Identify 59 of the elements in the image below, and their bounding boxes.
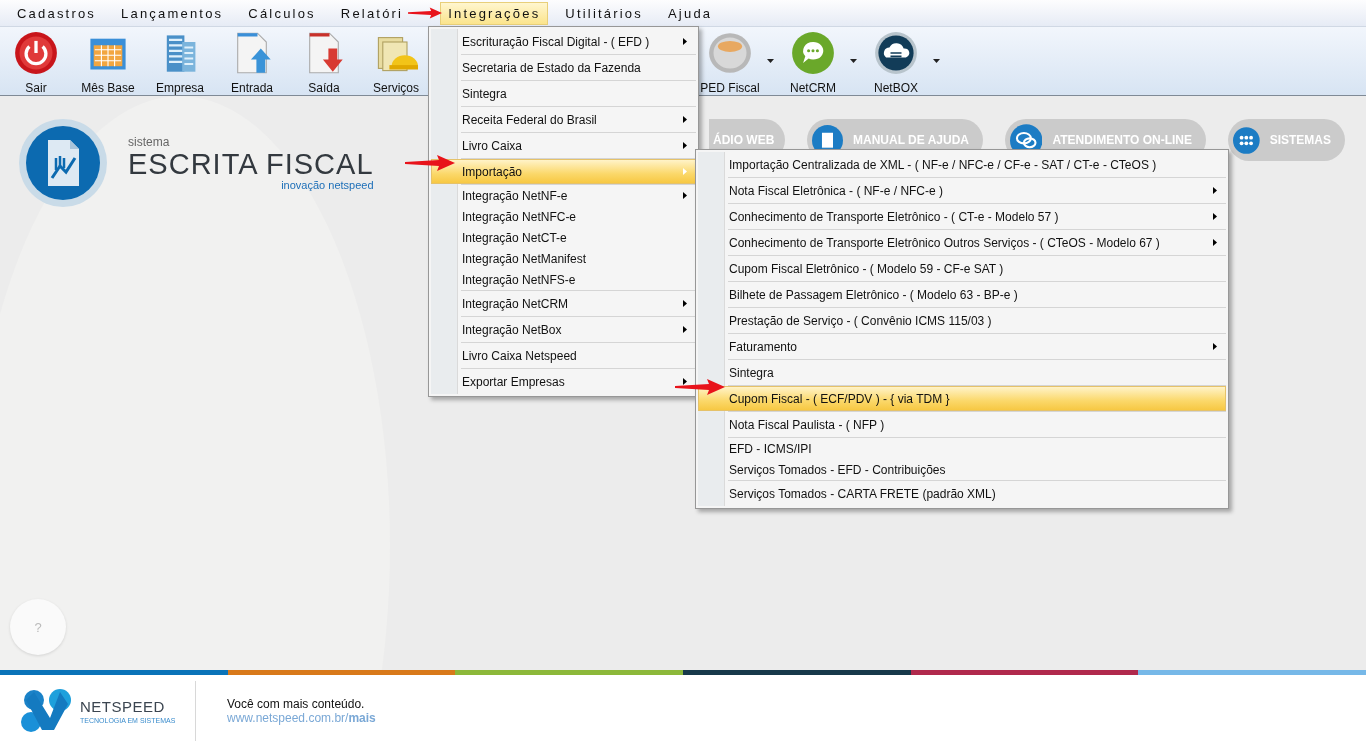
logo-caption: sistema: [128, 135, 171, 149]
menu-item[interactable]: Cálculos: [240, 1, 324, 25]
toolbar-button[interactable]: Mês Base: [72, 27, 144, 95]
menu-item[interactable]: Ajuda: [660, 1, 721, 25]
menu-item[interactable]: Prestação de Serviço - ( Convênio ICMS 115/03 ): [698, 308, 1226, 333]
menu-item[interactable]: Integrações: [440, 1, 549, 25]
slogan-text: Você com mais conteúdo.: [227, 697, 366, 711]
menu-item[interactable]: Cupom Fiscal - ( ECF/PDV ) - { via TDM }: [698, 386, 1226, 411]
pointer-arrow: [408, 6, 443, 20]
menu-item[interactable]: EFD - ICMS/IPI: [698, 438, 1226, 459]
menu-item[interactable]: Livro Caixa: [431, 133, 696, 158]
menu-item[interactable]: Nota Fiscal Eletrônica - ( NF-e / NFC-e ): [698, 178, 1226, 203]
menu-item[interactable]: Receita Federal do Brasil: [431, 107, 696, 132]
menu-item[interactable]: Importação: [431, 159, 696, 184]
menu-item[interactable]: Sintegra: [698, 360, 1226, 385]
toolbar-button[interactable]: Entrada: [216, 27, 288, 95]
disc-icon: [708, 31, 752, 75]
menu-item[interactable]: Integração NetManifest: [431, 248, 696, 269]
menu-item[interactable]: Conhecimento de Transporte Eletrônico Outros Serviços - ( CTeOS - Modelo 67 ): [698, 230, 1226, 255]
menu-item[interactable]: Cadastros: [9, 1, 105, 25]
menu-item[interactable]: Integração NetCT-e: [431, 227, 696, 248]
toolbar-button[interactable]: Empresa: [144, 27, 216, 95]
menu-item[interactable]: Exportar Empresas: [431, 369, 696, 394]
menu-item[interactable]: Lançamentos: [113, 1, 232, 25]
menu-item[interactable]: Relatóri: [332, 1, 412, 25]
menu-item[interactable]: Integração NetCRM: [431, 291, 696, 316]
cloud-icon: [874, 31, 918, 75]
toolbar-button[interactable]: Sair: [0, 27, 72, 95]
pointer-arrow: [675, 379, 725, 395]
menu-item[interactable]: Integração NetNF-e: [431, 185, 696, 206]
speech-bubble-icon: [791, 31, 835, 75]
caret-icon: [850, 59, 857, 63]
caret-icon: [767, 59, 774, 63]
logo-tagline: inovação netspeed: [281, 179, 374, 191]
menu-item[interactable]: Utilitários: [557, 1, 651, 25]
menu-item[interactable]: Faturamento: [698, 334, 1226, 359]
pointer-arrow: [405, 155, 455, 171]
menu-item[interactable]: Secretaria de Estado da Fazenda: [431, 55, 696, 80]
menu-item[interactable]: Integração NetNFC-e: [431, 206, 696, 227]
brand-name: NETSPEED: [80, 698, 166, 715]
menu-item[interactable]: Integração NetNFS-e: [431, 269, 696, 290]
menu-item[interactable]: Serviços Tomados - EFD - Contribuições: [698, 459, 1226, 480]
menu-item[interactable]: Cupom Fiscal Eletrônico - ( Modelo 59 - CF-e SAT ): [698, 256, 1226, 281]
menu-item[interactable]: Integração NetBox: [431, 317, 696, 342]
menu-item[interactable]: Escrituração Fiscal Digital - ( EFD ): [431, 29, 696, 54]
menu-item[interactable]: Conhecimento de Transporte Eletrônico - ( CT-e - Modelo 57 ): [698, 204, 1226, 229]
menu-item[interactable]: Bilhete de Passagem Eletrônico - ( Modelo 63 - BP-e ): [698, 282, 1226, 307]
logo-title: ESCRITA FISCAL: [128, 149, 374, 179]
toolbar-button[interactable]: NetBOX: [862, 27, 930, 95]
menu-item[interactable]: Serviços Tomados - CARTA FRETE (padrão XML): [698, 481, 1226, 506]
menu-item[interactable]: Nota Fiscal Paulista - ( NFP ): [698, 412, 1226, 437]
toolbar-button[interactable]: Saída: [288, 27, 360, 95]
menu-item[interactable]: Livro Caixa Netspeed: [431, 343, 696, 368]
power-icon: [14, 31, 58, 75]
menu-item[interactable]: Sintegra: [431, 81, 696, 106]
toolbar-button[interactable]: NetCRM: [779, 27, 847, 95]
brand-logo-icon: [20, 688, 72, 734]
document-chart-icon: [18, 118, 108, 208]
caret-icon: [933, 59, 940, 63]
